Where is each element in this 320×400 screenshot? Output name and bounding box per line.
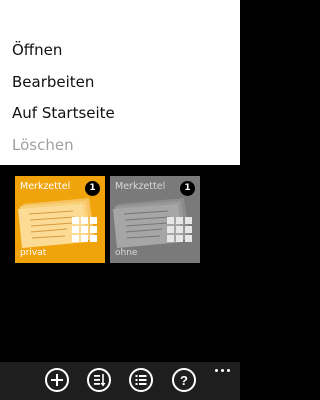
more-icon bbox=[221, 369, 224, 372]
tile-subtitle: privat bbox=[20, 248, 47, 258]
help-icon: ? bbox=[180, 373, 188, 388]
list-tile-ohne[interactable]: Merkzettel 1 ohne bbox=[110, 176, 200, 263]
app-bar: ? bbox=[0, 362, 240, 400]
more-icon bbox=[215, 369, 218, 372]
count-badge: 1 bbox=[85, 181, 100, 196]
list-tile-privat[interactable]: Merkzettel 1 privat bbox=[15, 176, 105, 263]
list-button[interactable] bbox=[129, 368, 153, 392]
add-button[interactable] bbox=[45, 368, 69, 392]
more-button[interactable] bbox=[212, 365, 234, 375]
menu-item-open[interactable]: Öffnen bbox=[12, 41, 62, 59]
more-icon bbox=[227, 369, 230, 372]
help-button[interactable]: ? bbox=[172, 368, 196, 392]
context-menu: Öffnen Bearbeiten Auf Startseite Löschen bbox=[0, 0, 240, 165]
tile-title: Merkzettel bbox=[115, 181, 166, 192]
count-badge: 1 bbox=[180, 181, 195, 196]
sort-icon bbox=[94, 374, 106, 387]
sort-button[interactable] bbox=[87, 368, 111, 392]
menu-item-pin-to-start[interactable]: Auf Startseite bbox=[12, 104, 115, 122]
menu-item-delete: Löschen bbox=[12, 136, 74, 154]
svg-text:?: ? bbox=[180, 373, 188, 388]
add-icon bbox=[51, 374, 63, 386]
list-icon bbox=[135, 375, 147, 385]
tile-title: Merkzettel bbox=[20, 181, 71, 192]
menu-item-edit[interactable]: Bearbeiten bbox=[12, 73, 94, 91]
tile-subtitle: ohne bbox=[115, 248, 138, 258]
